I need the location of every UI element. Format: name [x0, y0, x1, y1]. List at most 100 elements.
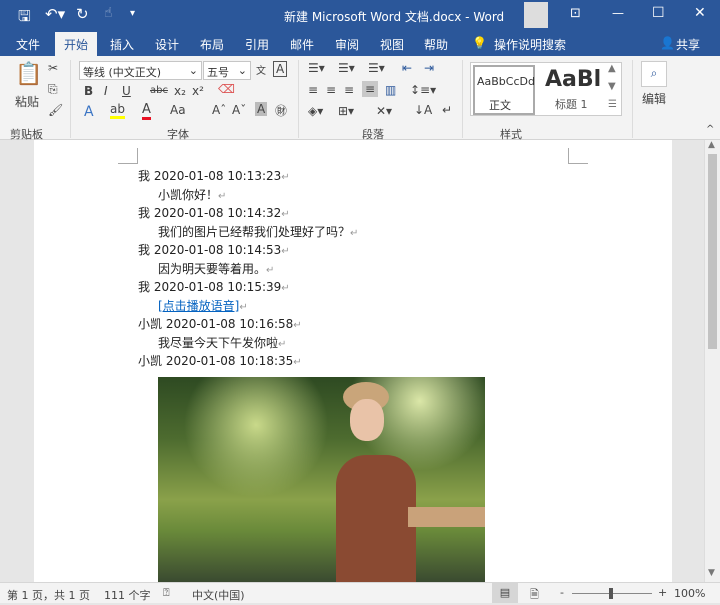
- share-button[interactable]: 共享: [676, 36, 700, 53]
- paragraph-mark: ↵: [281, 172, 290, 183]
- style-normal[interactable]: AaBbCcDd 正文: [473, 65, 535, 115]
- web-layout-icon[interactable]: 🗎: [530, 586, 539, 605]
- show-marks-icon[interactable]: ↵: [442, 103, 452, 117]
- chevron-down-icon: ⌄: [237, 64, 247, 77]
- paragraph-mark: ↵: [281, 246, 290, 257]
- zoom-level[interactable]: 100%: [674, 587, 705, 600]
- scroll-up-icon[interactable]: ▲: [708, 140, 715, 150]
- change-case-button[interactable]: Aa: [170, 103, 186, 117]
- copy-icon[interactable]: ⎘: [48, 82, 58, 97]
- paragraph-mark: ↵: [281, 209, 290, 220]
- tab-home[interactable]: 开始: [55, 32, 98, 56]
- tab-view[interactable]: 视图: [380, 36, 404, 53]
- align-left-icon[interactable]: ≡: [308, 83, 318, 97]
- proofing-icon[interactable]: ⍰: [163, 586, 170, 600]
- grow-font-icon[interactable]: Aˆ: [212, 103, 226, 117]
- align-center-icon[interactable]: ≡: [326, 83, 336, 97]
- document-line: 我 2020-01-08 10:13:23↵: [138, 167, 290, 184]
- shrink-font-icon[interactable]: Aˇ: [232, 103, 246, 117]
- language[interactable]: 中文(中国): [192, 587, 245, 603]
- tab-insert[interactable]: 插入: [110, 36, 134, 53]
- editing-button[interactable]: 编辑: [642, 90, 666, 107]
- paste-icon[interactable]: 📋: [15, 62, 42, 87]
- redo-icon[interactable]: ↻: [76, 5, 89, 23]
- enclose-char-icon[interactable]: ㊖: [275, 102, 287, 119]
- char-border-button[interactable]: A: [273, 61, 288, 77]
- borders-icon[interactable]: ⊞▾: [338, 104, 354, 118]
- line-text: 我尽量今天下午发你啦: [158, 335, 279, 350]
- vertical-scrollbar[interactable]: ▲ ▼: [704, 140, 720, 582]
- save-icon[interactable]: 🖫: [18, 6, 31, 31]
- tab-layout[interactable]: 布局: [200, 36, 224, 53]
- zoom-slider-thumb[interactable]: [609, 588, 613, 599]
- increase-indent-icon[interactable]: ⇥: [424, 61, 434, 75]
- document-line[interactable]: [点击播放语音]↵: [158, 297, 248, 314]
- paragraph-mark: ↵: [239, 301, 248, 313]
- line-spacing-icon[interactable]: ↕≡▾: [410, 83, 436, 97]
- maximize-icon[interactable]: ☐: [652, 5, 665, 21]
- format-painter-icon[interactable]: 🖌: [48, 103, 63, 117]
- page-count[interactable]: 第 1 页，共 1 页: [7, 587, 90, 603]
- justify-icon[interactable]: ≡: [362, 81, 379, 97]
- document-line: 我 2020-01-08 10:14:53↵: [138, 241, 290, 258]
- align-right-icon[interactable]: ≡: [344, 83, 354, 97]
- undo-icon[interactable]: ↶▾: [45, 5, 65, 23]
- superscript-button[interactable]: x²: [192, 84, 204, 98]
- tab-references[interactable]: 引用: [245, 36, 269, 53]
- close-icon[interactable]: ✕: [694, 5, 706, 21]
- share-icon[interactable]: 👤: [660, 36, 675, 50]
- bullets-icon[interactable]: ☰▾: [308, 61, 325, 75]
- scroll-thumb[interactable]: [708, 154, 717, 349]
- touch-mode-icon[interactable]: ☝: [104, 5, 113, 21]
- scroll-down-icon[interactable]: ▼: [708, 568, 715, 578]
- italic-button[interactable]: I: [104, 84, 108, 98]
- underline-button[interactable]: U: [122, 84, 131, 98]
- title-bar: 🖫 ↶▾ ↻ ☝ ▾ 新建 Microsoft Word 文档.docx - W…: [0, 0, 720, 32]
- multilevel-list-icon[interactable]: ☰▾: [368, 61, 385, 75]
- collapse-ribbon-icon[interactable]: ^: [706, 124, 714, 135]
- minimize-icon[interactable]: —: [612, 6, 624, 20]
- sort-icon[interactable]: ↓A: [414, 103, 432, 117]
- highlight-icon[interactable]: ab: [110, 102, 125, 119]
- tab-design[interactable]: 设计: [155, 36, 179, 53]
- char-shading-icon[interactable]: A: [255, 102, 268, 116]
- voice-link[interactable]: [点击播放语音]: [158, 299, 239, 313]
- tab-mailings[interactable]: 邮件: [290, 36, 314, 53]
- customize-icon[interactable]: ▾: [130, 8, 135, 19]
- shading-icon[interactable]: ◈▾: [308, 104, 323, 118]
- document-line: 我们的图片已经帮我们处理好了吗？↵: [158, 223, 358, 240]
- tab-file[interactable]: 文件: [16, 36, 40, 53]
- font-size-select[interactable]: 五号 ⌄: [203, 61, 251, 80]
- strikethrough-button[interactable]: abc: [150, 85, 168, 96]
- photo-image[interactable]: [158, 377, 485, 582]
- line-text: 小凯 2020-01-08 10:16:58: [138, 317, 294, 331]
- bold-button[interactable]: B: [84, 84, 93, 98]
- text-effects-icon[interactable]: A: [84, 104, 94, 120]
- decrease-indent-icon[interactable]: ⇤: [402, 61, 412, 75]
- print-layout-icon[interactable]: ▤: [492, 583, 518, 603]
- tab-help[interactable]: 帮助: [424, 36, 448, 53]
- numbering-icon[interactable]: ☰▾: [338, 61, 355, 75]
- find-icon[interactable]: ⌕: [641, 61, 667, 87]
- ribbon-display-icon[interactable]: ⊡: [570, 6, 581, 21]
- word-count[interactable]: 111 个字: [104, 587, 151, 603]
- style-heading1[interactable]: AaBl 标题 1: [541, 65, 605, 115]
- cut-icon[interactable]: ✂: [48, 61, 58, 75]
- document-page[interactable]: 我 2020-01-08 10:13:23↵ 小凯你好！↵ 我 2020-01-08…: [34, 140, 672, 582]
- distributed-icon[interactable]: ▥: [385, 83, 396, 97]
- tab-review[interactable]: 审阅: [335, 36, 359, 53]
- zoom-in-button[interactable]: +: [658, 586, 667, 599]
- styles-scroll-up-icon[interactable]: ▲: [608, 63, 616, 74]
- avatar[interactable]: [524, 2, 548, 28]
- font-name-select[interactable]: 等线 (中文正文) ⌄: [79, 61, 202, 80]
- subscript-button[interactable]: x₂: [174, 84, 186, 98]
- zoom-out-button[interactable]: -: [560, 586, 564, 599]
- phonetic-guide-icon[interactable]: 文: [256, 62, 266, 77]
- paste-button[interactable]: 粘贴: [15, 93, 39, 110]
- tell-me-search[interactable]: 操作说明搜索: [494, 36, 566, 53]
- font-color-icon[interactable]: A: [142, 102, 151, 120]
- styles-more-icon[interactable]: ☰: [608, 99, 617, 110]
- chinese-layout-icon[interactable]: ✕▾: [376, 104, 392, 118]
- clear-format-icon[interactable]: ⌫: [218, 82, 235, 96]
- styles-scroll-down-icon[interactable]: ▼: [608, 81, 616, 92]
